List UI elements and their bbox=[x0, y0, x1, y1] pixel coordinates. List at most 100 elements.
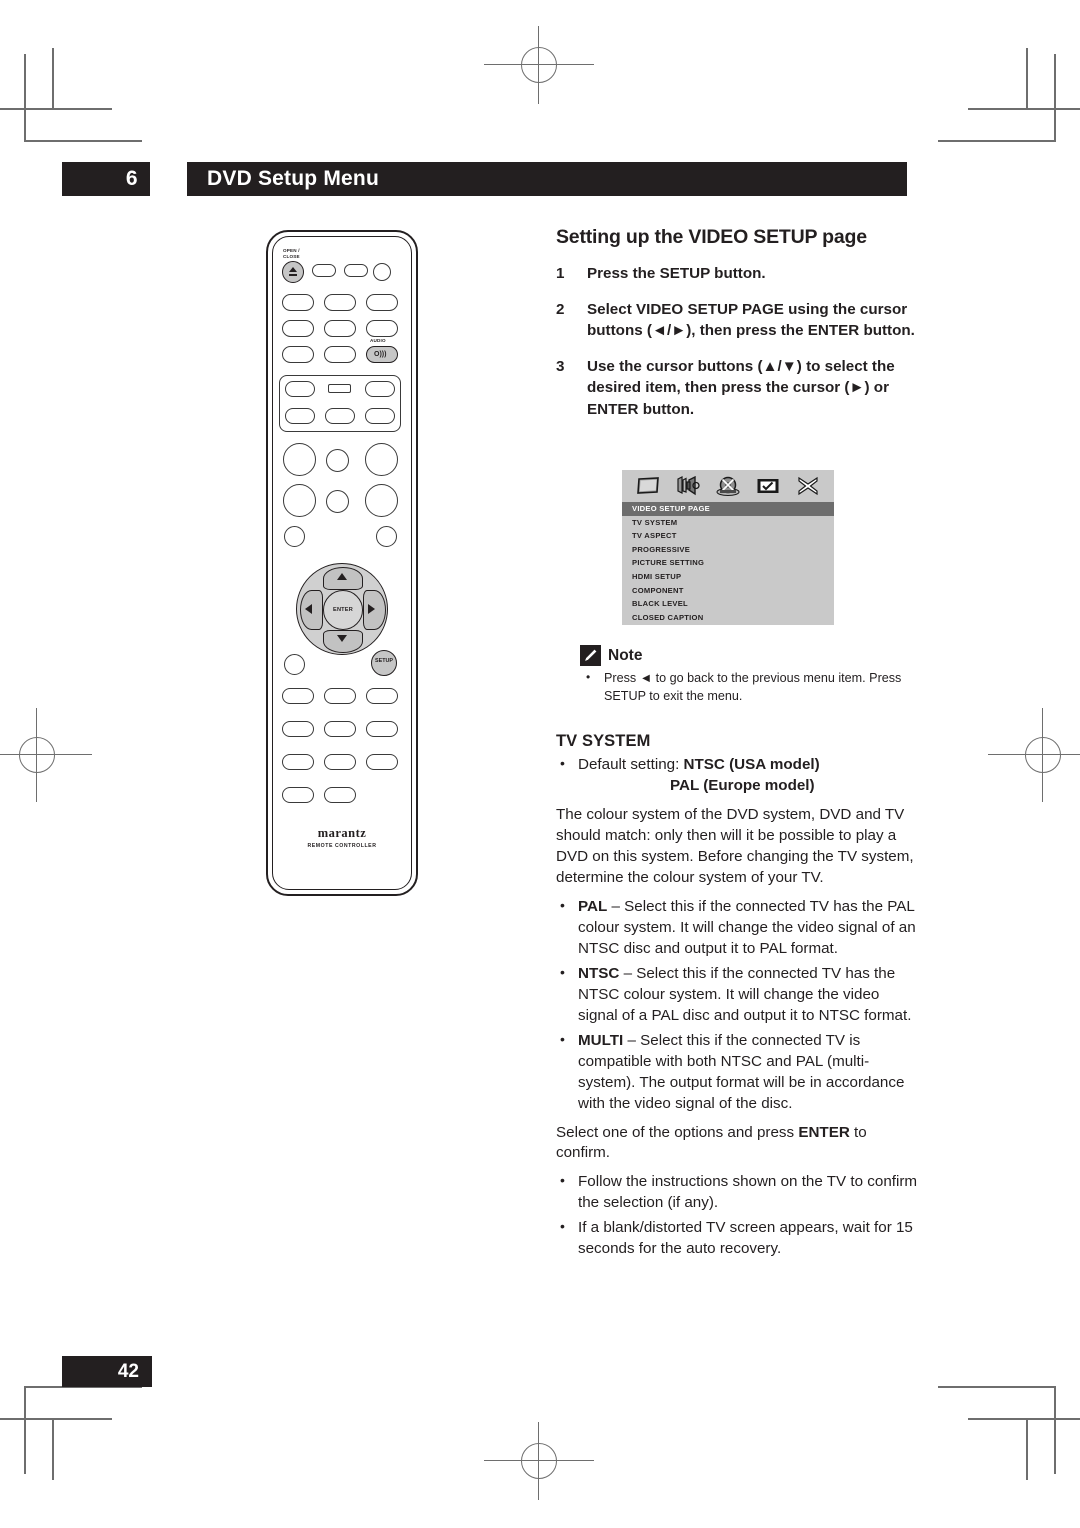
remote-button-r3c2[interactable] bbox=[324, 320, 356, 337]
exit-x-icon bbox=[795, 474, 821, 498]
confirm-enter: ENTER bbox=[798, 1123, 850, 1141]
remote-button-g2c2[interactable] bbox=[325, 408, 355, 424]
osd-row-hdmi-setup[interactable]: HDMI SETUP bbox=[622, 570, 834, 584]
cursor-right-icon bbox=[368, 604, 375, 614]
brand-name: marantz bbox=[317, 826, 367, 840]
remote-button-c2r1[interactable] bbox=[326, 449, 349, 472]
remote-button-r3c3[interactable] bbox=[366, 320, 398, 337]
page-title: Setting up the VIDEO SETUP page bbox=[556, 226, 867, 248]
remote-button-r4c2[interactable] bbox=[324, 346, 356, 363]
note-body: Press ◄ to go back to the previous menu … bbox=[580, 669, 925, 706]
remote-button-left-small-1[interactable] bbox=[284, 526, 305, 547]
default-setting-label: Default setting: bbox=[578, 756, 680, 773]
remote-button-r1c3[interactable] bbox=[344, 264, 368, 277]
chapter-header: 6 DVD Setup Menu bbox=[62, 162, 907, 196]
step-2-text: Select VIDEO SETUP PAGE using the cursor… bbox=[587, 300, 915, 340]
speaker-icon bbox=[675, 474, 701, 498]
chapter-title: DVD Setup Menu bbox=[187, 162, 907, 196]
remote-button-c1r1[interactable] bbox=[283, 443, 316, 476]
osd-icon-bar bbox=[622, 470, 834, 502]
remote-button-n0[interactable] bbox=[324, 787, 356, 803]
tv-system-default-list: Default setting: NTSC (USA model) PAL (E… bbox=[556, 754, 920, 797]
remote-button-n4[interactable] bbox=[282, 721, 314, 737]
osd-row-tv-aspect[interactable]: TV ASPECT bbox=[622, 529, 834, 543]
default-setting-item: Default setting: NTSC (USA model) PAL (E… bbox=[556, 754, 920, 797]
remote-button-power[interactable] bbox=[373, 263, 391, 281]
tv-system-block: TV SYSTEM Default setting: NTSC (USA mod… bbox=[556, 732, 920, 1268]
cursor-left-icon bbox=[305, 604, 312, 614]
remote-button-r4c1[interactable] bbox=[282, 346, 314, 363]
remote-button-c2r2[interactable] bbox=[326, 490, 349, 513]
pencil-icon bbox=[580, 645, 601, 666]
remote-button-left-small-2[interactable] bbox=[284, 654, 305, 675]
note-title: Note bbox=[608, 646, 643, 664]
option-multi: MULTI – Select this if the connected TV … bbox=[556, 1030, 920, 1115]
tip-2: If a blank/distorted TV screen appears, … bbox=[556, 1217, 920, 1260]
eject-icon bbox=[289, 267, 297, 272]
step-1-text: Press the SETUP button. bbox=[587, 265, 766, 282]
enter-button[interactable]: ENTER bbox=[323, 590, 363, 630]
tv-system-intro: The colour system of the DVD system, DVD… bbox=[556, 805, 914, 886]
option-pal-name: PAL bbox=[578, 897, 608, 915]
remote-button-n8[interactable] bbox=[324, 754, 356, 770]
audio-icon: O))) bbox=[374, 351, 387, 358]
step-2: 2 Select VIDEO SETUP PAGE using the curs… bbox=[556, 299, 916, 342]
option-ntsc: NTSC – Select this if the connected TV h… bbox=[556, 963, 920, 1027]
tv-screen-icon bbox=[635, 474, 661, 498]
osd-row-black-level[interactable]: BLACK LEVEL bbox=[622, 597, 834, 611]
cursor-down-icon bbox=[337, 635, 347, 642]
option-pal: PAL – Select this if the connected TV ha… bbox=[556, 896, 920, 960]
osd-row-component[interactable]: COMPONENT bbox=[622, 584, 834, 598]
remote-button-r2c2[interactable] bbox=[324, 294, 356, 311]
osd-row-closed-caption[interactable]: CLOSED CAPTION bbox=[622, 611, 834, 625]
remote-button-n2[interactable] bbox=[324, 688, 356, 704]
remote-button-n5[interactable] bbox=[324, 721, 356, 737]
note-header: Note bbox=[580, 645, 925, 666]
tv-system-tips: Follow the instructions shown on the TV … bbox=[556, 1171, 920, 1260]
step-3-number: 3 bbox=[556, 357, 565, 375]
option-pal-text: – Select this if the connected TV has th… bbox=[578, 897, 916, 957]
remote-button-r3c1[interactable] bbox=[282, 320, 314, 337]
remote-button-r2c1[interactable] bbox=[282, 294, 314, 311]
osd-row-progressive[interactable]: PROGRESSIVE bbox=[622, 543, 834, 557]
remote-button-g1c3[interactable] bbox=[365, 381, 395, 397]
remote-button-right-small-1[interactable] bbox=[376, 526, 397, 547]
step-3-text: Use the cursor buttons (▲/▼) to select t… bbox=[587, 357, 895, 418]
remote-button-g1c1[interactable] bbox=[285, 381, 315, 397]
remote-button-n3[interactable] bbox=[366, 688, 398, 704]
remote-button-n9[interactable] bbox=[366, 754, 398, 770]
osd-menu-list[interactable]: VIDEO SETUP PAGE TV SYSTEM TV ASPECT PRO… bbox=[622, 502, 834, 624]
preference-icon bbox=[755, 474, 781, 498]
remote-brand: marantz REMOTE CONTROLLER bbox=[266, 826, 418, 849]
tv-system-heading: TV SYSTEM bbox=[556, 732, 651, 750]
eject-icon-bar bbox=[289, 274, 297, 276]
registration-mark-bottom bbox=[484, 1422, 594, 1500]
default-setting-europe: PAL (Europe model) bbox=[670, 776, 815, 794]
right-column: Setting up the VIDEO SETUP page 1 Press … bbox=[556, 226, 916, 434]
remote-button-stop[interactable] bbox=[328, 384, 351, 393]
audio-label: AUDIO bbox=[370, 338, 386, 343]
osd-row-tv-system[interactable]: TV SYSTEM bbox=[622, 516, 834, 530]
remote-button-n6[interactable] bbox=[366, 721, 398, 737]
open-close-label-line1: OPEN / bbox=[283, 248, 300, 253]
remote-button-g2c3[interactable] bbox=[365, 408, 395, 424]
remote-button-r2c3[interactable] bbox=[366, 294, 398, 311]
step-2-number: 2 bbox=[556, 300, 565, 318]
remote-button-c3r2[interactable] bbox=[365, 484, 398, 517]
tip-1: Follow the instructions shown on the TV … bbox=[556, 1171, 920, 1214]
open-close-button[interactable] bbox=[282, 261, 304, 283]
page-number: 42 bbox=[62, 1356, 152, 1387]
cursor-dpad[interactable]: ENTER bbox=[296, 563, 388, 655]
remote-button-g2c1[interactable] bbox=[285, 408, 315, 424]
remote-button-n10[interactable] bbox=[282, 787, 314, 803]
confirm-pre: Select one of the options and press bbox=[556, 1123, 799, 1141]
remote-button-n1[interactable] bbox=[282, 688, 314, 704]
remote-button-n7[interactable] bbox=[282, 754, 314, 770]
default-setting-usa: NTSC (USA model) bbox=[683, 756, 820, 773]
osd-row-picture-setting[interactable]: PICTURE SETTING bbox=[622, 556, 834, 570]
remote-button-c1r2[interactable] bbox=[283, 484, 316, 517]
remote-button-r1c2[interactable] bbox=[312, 264, 336, 277]
osd-row-video-setup-page[interactable]: VIDEO SETUP PAGE bbox=[622, 502, 834, 516]
remote-button-c3r1[interactable] bbox=[365, 443, 398, 476]
setup-label: SETUP bbox=[375, 658, 393, 664]
